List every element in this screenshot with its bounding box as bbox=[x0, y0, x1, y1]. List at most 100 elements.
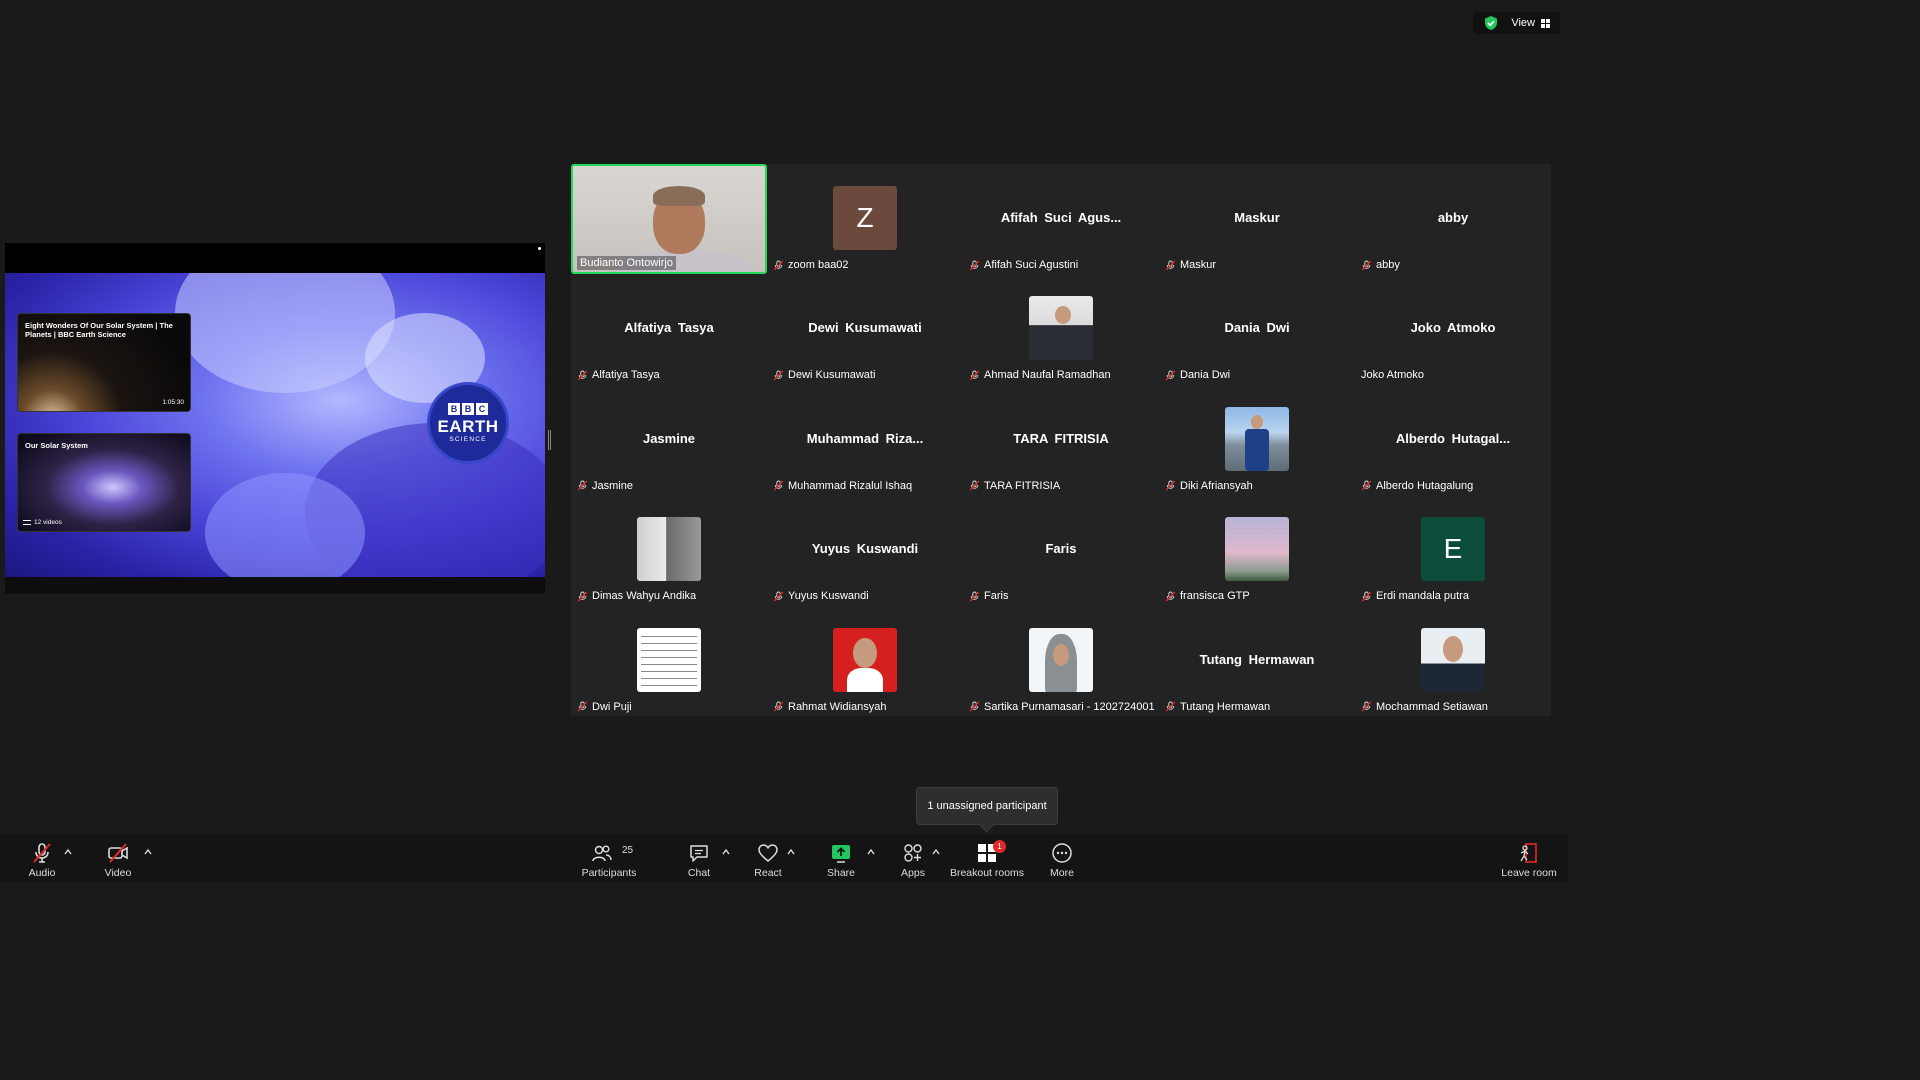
participant-name: Dania Dwi bbox=[1180, 369, 1231, 382]
participant-tile[interactable]: Budianto Ontowirjo bbox=[571, 164, 767, 274]
participant-tile[interactable]: fransisca GTP bbox=[1159, 495, 1355, 606]
mic-muted-icon bbox=[1361, 480, 1372, 491]
mic-muted-icon bbox=[773, 701, 784, 712]
participant-tile[interactable]: Tutang Hermawan Tutang Hermawan bbox=[1159, 605, 1355, 716]
participant-name-label: zoom baa02 bbox=[773, 259, 849, 271]
participant-display-name: Alfatiya Tasya bbox=[624, 320, 714, 336]
participant-tile[interactable]: Rahmat Widiansyah bbox=[767, 605, 963, 716]
react-options-caret-icon[interactable] bbox=[787, 848, 795, 856]
participant-tile[interactable]: Dwi Puji bbox=[571, 605, 767, 716]
mic-muted-icon bbox=[1361, 591, 1372, 602]
participant-display-name: Maskur bbox=[1234, 210, 1280, 225]
participant-tile[interactable]: Jasmine Jasmine bbox=[571, 384, 767, 495]
participant-avatar bbox=[1225, 517, 1289, 582]
shield-check-icon[interactable] bbox=[1483, 15, 1499, 31]
participant-display-name: abby bbox=[1437, 210, 1469, 225]
participant-name-label: Erdi mandala putra bbox=[1361, 590, 1469, 602]
mic-muted-icon bbox=[1165, 701, 1176, 712]
participant-avatar bbox=[833, 627, 897, 692]
meeting-toolbar: Audio Video Participants 25 Chat React S… bbox=[0, 835, 1568, 882]
mic-muted-icon bbox=[1361, 260, 1372, 271]
participant-tile[interactable]: Dania Dwi Dania Dwi bbox=[1159, 274, 1355, 385]
participant-tile[interactable]: Mochammad Setiawan bbox=[1355, 605, 1551, 716]
participant-tile[interactable]: abby abby bbox=[1355, 164, 1551, 274]
participant-tile[interactable]: Muhammad Riza... Muhammad Rizalul Ishaq bbox=[767, 384, 963, 495]
participants-button[interactable]: Participants bbox=[580, 835, 638, 882]
participant-tile[interactable]: TARA FITRISIA TARA FITRISIA bbox=[963, 384, 1159, 495]
participant-name: Jasmine bbox=[592, 479, 633, 492]
apps-button[interactable]: Apps bbox=[898, 835, 928, 882]
mic-muted-icon bbox=[1165, 480, 1176, 491]
share-button[interactable]: Share bbox=[826, 835, 856, 882]
participant-tile[interactable]: Alfatiya Tasya Alfatiya Tasya bbox=[571, 274, 767, 385]
participant-tile[interactable]: Diki Afriansyah bbox=[1159, 384, 1355, 495]
video-label: Video bbox=[104, 867, 132, 879]
participant-tile[interactable]: Dewi Kusumawati Dewi Kusumawati bbox=[767, 274, 963, 385]
top-right-controls: View bbox=[1473, 12, 1560, 34]
video-options-caret-icon[interactable] bbox=[144, 848, 152, 856]
video-button[interactable]: Video bbox=[102, 835, 134, 882]
participant-name-label: Faris bbox=[969, 590, 1008, 602]
chat-button[interactable]: Chat bbox=[684, 835, 714, 882]
video-card-eight-wonders[interactable]: Eight Wonders Of Our Solar System | The … bbox=[17, 313, 191, 412]
breakout-rooms-button[interactable]: Breakout rooms bbox=[950, 835, 1024, 882]
participant-name-label: Diki Afriansyah bbox=[1165, 480, 1253, 492]
participant-name: Maskur bbox=[1180, 259, 1217, 271]
chat-options-caret-icon[interactable] bbox=[722, 848, 730, 856]
participant-tile[interactable]: E Erdi mandala putra bbox=[1355, 495, 1551, 606]
share-options-caret-icon[interactable] bbox=[867, 848, 875, 856]
breakout-notification-badge: 1 bbox=[993, 840, 1006, 853]
participant-tile[interactable]: Joko Atmoko Joko Atmoko bbox=[1355, 274, 1551, 385]
leave-room-button[interactable]: Leave room bbox=[1500, 835, 1558, 882]
participant-tile[interactable]: Sartika Purnamasari - 1202724001 bbox=[963, 605, 1159, 716]
participant-name: Yuyus Kuswandi bbox=[788, 590, 869, 603]
more-button[interactable]: More bbox=[1047, 835, 1077, 882]
split-view-drag-handle[interactable] bbox=[548, 430, 551, 450]
mic-muted-icon bbox=[1165, 370, 1176, 381]
participant-name-label: Dania Dwi bbox=[1165, 369, 1230, 381]
video-card-solar-system[interactable]: Our Solar System 12 videos bbox=[17, 433, 191, 532]
apps-label: Apps bbox=[901, 867, 925, 879]
participant-tile[interactable]: Yuyus Kuswandi Yuyus Kuswandi bbox=[767, 495, 963, 606]
participant-display-name: Yuyus Kuswandi bbox=[811, 541, 919, 557]
participant-name: Afifah Suci Agustini bbox=[984, 259, 1079, 271]
audio-options-caret-icon[interactable] bbox=[64, 848, 72, 856]
participant-name-label: abby bbox=[1361, 259, 1400, 271]
participant-display-name: Jasmine bbox=[642, 430, 696, 446]
video-thumbnail: Eight Wonders Of Our Solar System | The … bbox=[18, 314, 190, 411]
view-button[interactable]: View bbox=[1511, 17, 1550, 29]
participant-name-label: Dwi Puji bbox=[577, 701, 632, 713]
apps-options-caret-icon[interactable] bbox=[932, 848, 940, 856]
participant-tile[interactable]: Zzoom baa02 bbox=[767, 164, 963, 274]
participant-name: Dewi Kusumawati bbox=[788, 369, 876, 382]
shared-screen[interactable]: Eight Wonders Of Our Solar System | The … bbox=[5, 243, 545, 594]
participant-avatar bbox=[637, 627, 701, 692]
audio-button[interactable]: Audio bbox=[26, 835, 58, 882]
participant-name: Sartika Purnamasari - 1202724001 bbox=[984, 700, 1155, 713]
participant-name: Diki Afriansyah bbox=[1180, 479, 1253, 492]
participant-tile[interactable]: Faris Faris bbox=[963, 495, 1159, 606]
playlist-thumbnail: Our Solar System 12 videos bbox=[18, 434, 190, 531]
participant-display-name: Dania Dwi bbox=[1224, 320, 1290, 336]
participant-name-label: Tutang Hermawan bbox=[1165, 701, 1270, 713]
participant-display-name: TARA FITRISIA bbox=[1013, 430, 1109, 446]
participant-name: Erdi mandala putra bbox=[1376, 590, 1469, 603]
participant-name: Dimas Wahyu Andika bbox=[592, 590, 697, 603]
leave-room-icon bbox=[1520, 843, 1537, 863]
breakout-rooms-label: Breakout rooms bbox=[949, 867, 1025, 879]
participant-tile[interactable]: Maskur Maskur bbox=[1159, 164, 1355, 274]
participant-tile[interactable]: Alberdo Hutagal... Alberdo Hutagalung bbox=[1355, 384, 1551, 495]
participant-name: Muhammad Rizalul Ishaq bbox=[788, 479, 913, 492]
participant-display-name: Tutang Hermawan bbox=[1199, 651, 1315, 667]
participant-name-label: Sartika Purnamasari - 1202724001 bbox=[969, 701, 1155, 713]
participant-name: Faris bbox=[984, 590, 1009, 603]
participant-display-name: Muhammad Riza... bbox=[806, 430, 924, 446]
participant-tile[interactable]: Dimas Wahyu Andika bbox=[571, 495, 767, 606]
react-label: React bbox=[754, 867, 782, 879]
participant-name: Ahmad Naufal Ramadhan bbox=[984, 369, 1111, 382]
participant-tile[interactable]: Afifah Suci Agus... Afifah Suci Agustini bbox=[963, 164, 1159, 274]
participant-name: Joko Atmoko bbox=[1361, 369, 1424, 382]
react-button[interactable]: React bbox=[752, 835, 784, 882]
participant-tile[interactable]: Ahmad Naufal Ramadhan bbox=[963, 274, 1159, 385]
audio-label: Audio bbox=[28, 867, 56, 879]
